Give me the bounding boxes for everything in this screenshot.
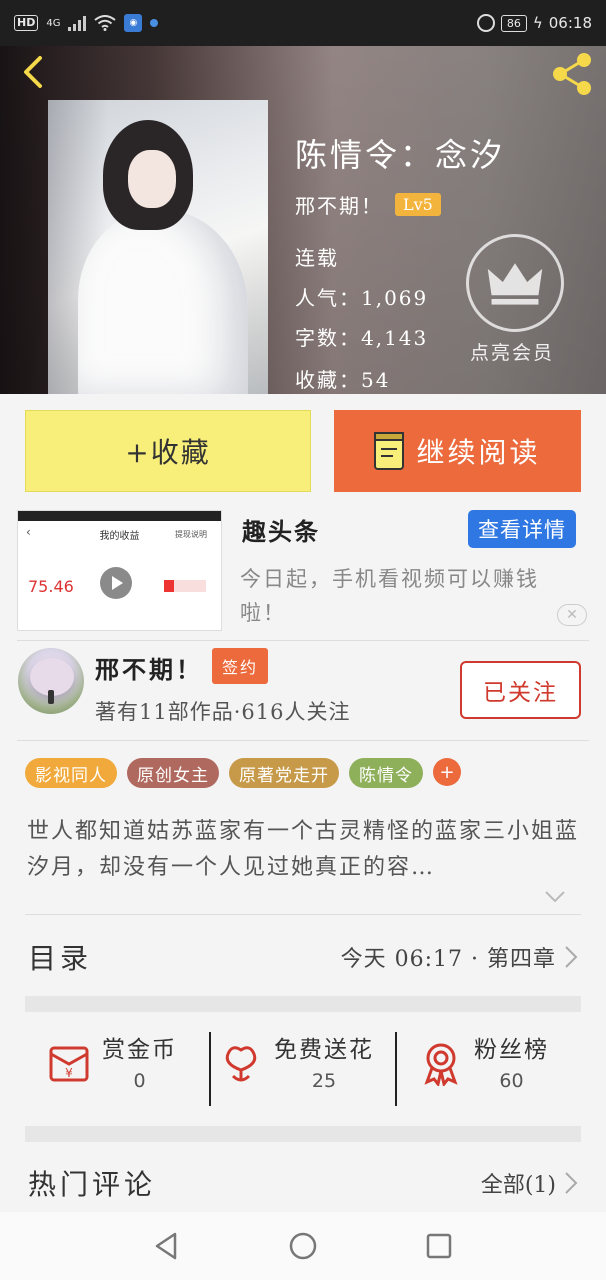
separator <box>209 1032 211 1106</box>
app-notification-icon: ◉ <box>124 14 143 32</box>
thumb-link: 提现说明 <box>175 530 207 539</box>
tag-list: 影视同人 原创女主 原著党走开 陈情令 + <box>25 758 461 788</box>
divider <box>17 740 589 741</box>
divider <box>25 914 581 915</box>
nav-home-icon[interactable] <box>285 1228 321 1264</box>
separator <box>395 1032 397 1106</box>
network-type: 4G <box>46 17 61 29</box>
author-name[interactable]: 邢不期！ <box>295 190 383 219</box>
view-details-button[interactable]: 查看详情 <box>468 510 576 548</box>
chevron-right-icon <box>565 1172 578 1194</box>
wifi-icon <box>94 15 117 31</box>
fans-value: 60 <box>499 1070 524 1092</box>
nav-back-icon[interactable] <box>149 1228 185 1264</box>
coins-value: 0 <box>133 1070 146 1092</box>
author-avatar[interactable] <box>18 648 84 714</box>
author-section-name[interactable]: 邢不期！ <box>95 650 203 685</box>
book-icon <box>374 432 405 470</box>
signed-badge: 签约 <box>212 648 268 684</box>
charging-icon: ϟ <box>532 14 543 32</box>
book-header: 陈情令：念汐 邢不期！ Lv5 连载 人气：1,069 字数：4,143 收藏：… <box>0 46 606 394</box>
fans-label: 粉丝榜 <box>474 1037 549 1063</box>
latest-chapter: 今天 06:17 · 第四章 <box>340 947 556 972</box>
add-tag-button[interactable]: + <box>433 758 461 786</box>
book-title: 陈情令：念汐 <box>295 136 506 174</box>
hot-comments-row[interactable]: 热门评论 全部(1) <box>28 1158 578 1208</box>
tag-item[interactable]: 影视同人 <box>25 758 117 788</box>
comments-title: 热门评论 <box>28 1168 157 1201</box>
nav-recents-icon[interactable] <box>421 1228 457 1264</box>
flowers-value: 25 <box>311 1070 337 1092</box>
author-line: 邢不期！ Lv5 <box>295 190 441 219</box>
section-gap <box>25 1126 581 1142</box>
thumb-amount: 75.46 <box>28 577 74 596</box>
system-nav-bar <box>0 1212 606 1280</box>
ad-brand[interactable]: 趣头条 <box>242 512 320 547</box>
thumb-back-icon: ‹ <box>26 525 31 539</box>
free-flowers[interactable]: 免费送花 25 <box>218 1030 374 1110</box>
word-count: 字数：4,143 <box>295 326 429 350</box>
popularity: 人气：1,069 <box>295 286 429 310</box>
divider <box>17 640 589 641</box>
status-bar: HD 4G ◉ 86 ϟ 06:18 <box>0 0 606 46</box>
section-gap <box>25 996 581 1012</box>
ad-thumbnail[interactable]: ‹ 我的收益 提现说明 75.46 <box>17 510 222 631</box>
chevron-down-icon[interactable] <box>544 890 566 904</box>
share-icon[interactable] <box>548 50 596 98</box>
tag-item[interactable]: 陈情令 <box>349 758 423 788</box>
level-badge: Lv5 <box>395 193 441 216</box>
coins-label: 赏金币 <box>102 1037 177 1063</box>
ad-close-icon[interactable]: ✕ <box>557 604 587 626</box>
serial-status: 连载 <box>295 246 339 270</box>
reward-coins[interactable]: ¥ 赏金币 0 <box>46 1030 177 1110</box>
follow-button[interactable]: 已关注 <box>460 661 581 719</box>
continue-reading-button[interactable]: 继续阅读 <box>334 410 581 492</box>
ad-description[interactable]: 今日起，手机看视频可以赚钱啦！ <box>240 562 580 630</box>
book-cover[interactable] <box>48 100 268 394</box>
thumb-withdraw-icon <box>164 580 206 592</box>
clock: 06:18 <box>548 14 592 32</box>
crown-icon[interactable] <box>466 234 564 332</box>
chevron-right-icon <box>565 946 578 968</box>
tag-item[interactable]: 原著党走开 <box>229 758 339 788</box>
catalog-title: 目录 <box>28 942 93 975</box>
tag-item[interactable]: 原创女主 <box>127 758 219 788</box>
medal-icon <box>424 1043 458 1086</box>
favorites-count: 收藏：54 <box>295 368 391 392</box>
flowers-label: 免费送花 <box>274 1037 374 1063</box>
vip-label[interactable]: 点亮会员 <box>470 338 554 365</box>
notification-dot-icon <box>150 19 159 27</box>
all-comments-link[interactable]: 全部(1) <box>481 1167 556 1199</box>
battery-indicator: 86 <box>500 14 527 32</box>
play-icon <box>100 567 132 599</box>
continue-reading-label: 继续阅读 <box>416 436 541 469</box>
alarm-icon <box>476 14 495 32</box>
author-stats: 著有11部作品·616人关注 <box>95 700 351 724</box>
back-icon[interactable] <box>14 52 54 92</box>
hd-indicator: HD <box>14 15 39 31</box>
collect-button[interactable]: +收藏 <box>25 410 311 492</box>
synopsis[interactable]: 世人都知道姑苏蓝家有一个古灵精怪的蓝家三小姐蓝汐月，却没有一个人见过她真正的容… <box>27 814 587 886</box>
svg-text:¥: ¥ <box>65 1066 73 1080</box>
red-envelope-icon: ¥ <box>49 1046 89 1082</box>
fans-ranking[interactable]: 粉丝榜 60 <box>418 1030 549 1110</box>
flower-icon <box>225 1046 257 1082</box>
catalog-row[interactable]: 目录 今天 06:17 · 第四章 <box>28 930 578 984</box>
signal-icon <box>68 15 87 31</box>
